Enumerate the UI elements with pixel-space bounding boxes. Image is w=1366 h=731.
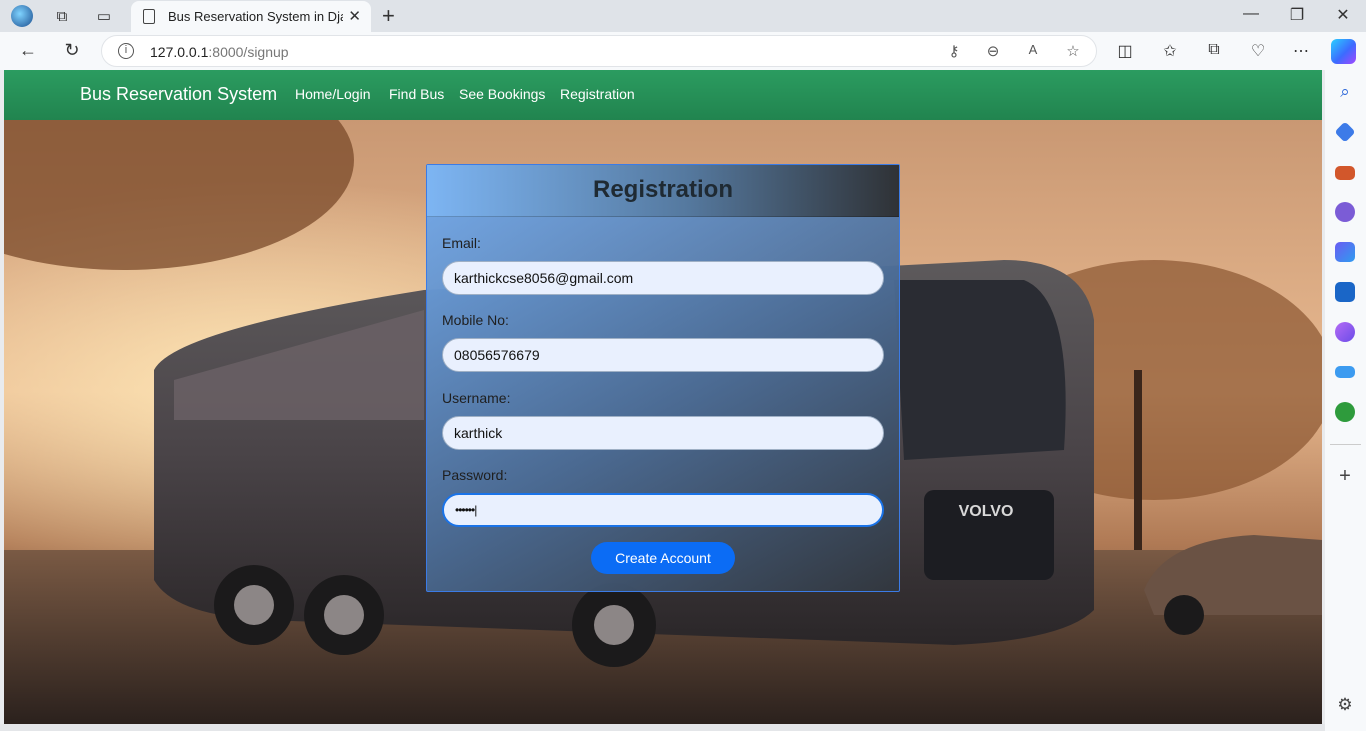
games-icon[interactable] xyxy=(1335,202,1355,222)
more-menu-icon[interactable]: ⋯ xyxy=(1289,41,1313,61)
add-sidebar-app-icon[interactable]: + xyxy=(1335,465,1355,488)
email-label: Email: xyxy=(442,235,481,251)
outlook-icon[interactable] xyxy=(1335,282,1355,302)
address-bar[interactable]: i 127.0.0.1:8000/signup ⚷ ⊖ A ☆ xyxy=(101,35,1097,67)
form-header: Registration xyxy=(427,165,899,217)
settings-gear-icon[interactable]: ⚙ xyxy=(1335,695,1355,715)
browser-essentials-icon[interactable]: ♡ xyxy=(1246,41,1270,61)
close-tab-icon[interactable]: ✕ xyxy=(348,7,361,25)
split-screen-icon[interactable]: ◫ xyxy=(1113,41,1137,61)
mobile-field[interactable] xyxy=(442,338,884,372)
site-brand[interactable]: Bus Reservation System xyxy=(80,84,277,105)
form-title: Registration xyxy=(592,176,733,203)
page-icon xyxy=(143,9,155,24)
new-tab-button[interactable]: + xyxy=(382,3,395,29)
close-window-button[interactable]: ✕ xyxy=(1328,5,1358,25)
nav-find-bus[interactable]: Find Bus xyxy=(389,86,444,102)
site-navbar: Bus Reservation System Home/Login Find B… xyxy=(4,70,1322,120)
tools-icon[interactable] xyxy=(1335,166,1355,180)
copilot-icon[interactable] xyxy=(1331,39,1356,64)
favorites-icon[interactable]: ✩ xyxy=(1158,41,1182,61)
mobile-label: Mobile No: xyxy=(442,312,509,328)
browser-tab-bar: ⧉ ▭ Bus Reservation System in Djang ✕ + … xyxy=(0,0,1366,32)
email-field[interactable] xyxy=(442,261,884,295)
username-label: Username: xyxy=(442,390,511,406)
site-info-icon[interactable]: i xyxy=(118,43,134,59)
key-icon[interactable]: ⚷ xyxy=(943,42,965,60)
bottom-edge xyxy=(0,724,1325,731)
username-field[interactable] xyxy=(442,416,884,450)
collections-icon[interactable]: ⧉ xyxy=(1202,41,1226,59)
active-tab[interactable]: Bus Reservation System in Djang ✕ xyxy=(131,1,371,32)
back-icon[interactable]: ← xyxy=(16,40,40,61)
designer-icon[interactable] xyxy=(1335,322,1355,342)
url-text: 127.0.0.1:8000/signup xyxy=(150,44,289,60)
microsoft365-icon[interactable] xyxy=(1335,242,1355,262)
volvo-badge: VOLVO xyxy=(959,503,1014,520)
create-account-button[interactable]: Create Account xyxy=(591,542,735,574)
nav-registration[interactable]: Registration xyxy=(560,86,635,102)
tab-actions-icon[interactable]: ▭ xyxy=(93,5,115,27)
search-icon[interactable]: ⌕ xyxy=(1335,82,1355,102)
tab-title: Bus Reservation System in Djang xyxy=(168,9,343,24)
favorite-star-icon[interactable]: ☆ xyxy=(1062,42,1084,60)
zoom-out-icon[interactable]: ⊖ xyxy=(982,42,1004,60)
minimize-button[interactable]: — xyxy=(1236,5,1266,23)
address-toolbar: ← ↻ i 127.0.0.1:8000/signup ⚷ ⊖ A ☆ ◫ ✩ … xyxy=(0,32,1366,70)
profile-avatar[interactable] xyxy=(11,5,33,27)
sidebar-divider xyxy=(1330,444,1361,445)
restore-button[interactable]: ❐ xyxy=(1282,5,1312,25)
shopping-icon[interactable] xyxy=(1334,121,1356,143)
password-label: Password: xyxy=(442,467,508,483)
tree-icon[interactable] xyxy=(1335,402,1355,422)
password-field[interactable] xyxy=(442,493,884,527)
registration-form: Registration Email: Mobile No: Username:… xyxy=(426,164,900,592)
web-page: VOLVO Bus Reservation System Home/Login … xyxy=(4,70,1322,724)
browser-sidebar: ⌕ + ⚙ xyxy=(1325,70,1366,731)
workspaces-icon[interactable]: ⧉ xyxy=(51,5,73,27)
send-icon[interactable] xyxy=(1335,366,1355,378)
read-aloud-icon[interactable]: A xyxy=(1022,42,1044,57)
refresh-icon[interactable]: ↻ xyxy=(60,40,84,61)
nav-home-login[interactable]: Home/Login xyxy=(295,86,371,102)
nav-see-bookings[interactable]: See Bookings xyxy=(459,86,545,102)
